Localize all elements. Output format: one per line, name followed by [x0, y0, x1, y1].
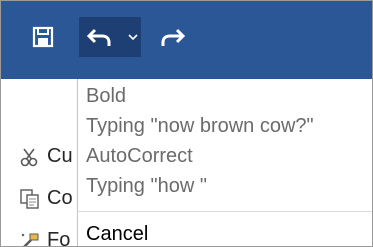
- format-painter-icon: [21, 233, 39, 246]
- save-button[interactable]: [23, 17, 63, 57]
- undo-history-item[interactable]: AutoCorrect: [86, 145, 193, 168]
- copy-command[interactable]: Co: [19, 187, 73, 210]
- redo-icon: [161, 28, 186, 46]
- format-painter-label: Fo: [47, 229, 71, 247]
- window-frame: Cu Co Fo Bold Typing "now brown cow?" Au…: [0, 0, 373, 247]
- undo-button[interactable]: [79, 17, 119, 57]
- divider: [78, 211, 372, 212]
- cancel-button[interactable]: Cancel: [86, 223, 148, 246]
- title-bar: [1, 1, 372, 79]
- copy-label: Co: [47, 187, 73, 209]
- clipboard-group: Cu Co Fo: [1, 79, 81, 247]
- scissors-icon: [20, 148, 38, 166]
- format-painter-command[interactable]: Fo: [19, 229, 71, 247]
- copy-icon: [20, 188, 39, 209]
- chevron-down-icon: [128, 34, 138, 41]
- undo-history-list: Bold Typing "now brown cow?" AutoCorrect…: [77, 79, 372, 246]
- undo-history-item[interactable]: Bold: [86, 85, 126, 108]
- cut-command[interactable]: Cu: [19, 145, 73, 168]
- cut-label: Cu: [47, 145, 73, 167]
- undo-history-item[interactable]: Typing "how ": [86, 175, 207, 198]
- undo-history-item[interactable]: Typing "now brown cow?": [86, 115, 314, 138]
- save-icon: [32, 26, 54, 48]
- redo-button[interactable]: [153, 17, 193, 57]
- undo-icon: [86, 28, 111, 46]
- undo-dropdown-button[interactable]: [125, 17, 141, 57]
